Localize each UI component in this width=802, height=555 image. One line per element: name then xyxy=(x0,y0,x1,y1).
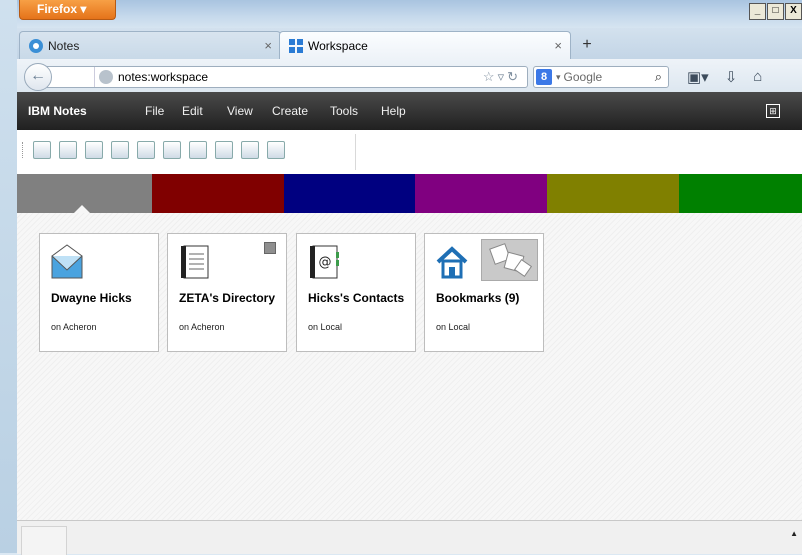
database-tile[interactable]: ZETA's Directory on Acheron xyxy=(167,233,287,352)
properties-icon[interactable] xyxy=(189,141,207,159)
close-window-button[interactable]: X xyxy=(785,3,802,20)
tile-title: Dwayne Hicks xyxy=(51,291,132,305)
maximize-button[interactable]: □ xyxy=(767,3,784,20)
close-tab-icon[interactable]: × xyxy=(264,38,272,53)
tile-server: on Local xyxy=(436,322,471,332)
globe-icon xyxy=(99,70,113,84)
help-icon[interactable] xyxy=(267,141,285,159)
mail-icon xyxy=(50,244,84,280)
workspace-tab-maroon[interactable] xyxy=(152,174,284,213)
navigation-bar: notes:workspace ☆▿↻ ← 8 ▾ Google ⌕ ▣▾ ⇩ … xyxy=(17,59,802,93)
back-arrow-icon: ← xyxy=(30,67,46,84)
toolbar-icons xyxy=(33,141,293,159)
workspace-color-tabs xyxy=(17,174,802,214)
menu-create[interactable]: Create xyxy=(272,92,308,130)
firefox-menu-button[interactable]: Firefox ▾ xyxy=(19,0,116,20)
bookmarks-thumbnail xyxy=(481,239,538,281)
browser-window: Firefox ▾ _ □ X Notes × Workspace × + no… xyxy=(17,0,802,555)
tile-server: on Acheron xyxy=(179,322,225,332)
database-tile[interactable]: Dwayne Hicks on Acheron xyxy=(39,233,159,352)
new-database-icon[interactable] xyxy=(59,141,77,159)
toolbar-grip[interactable] xyxy=(22,142,25,158)
nav-toolbar-icons: ▣▾ ⇩ ⌂ xyxy=(687,68,762,86)
workspace-tab-gray[interactable] xyxy=(17,174,152,214)
search-bar[interactable]: 8 ▾ Google ⌕ xyxy=(533,66,669,88)
home-icon[interactable]: ⌂ xyxy=(753,68,762,86)
tile-title: Bookmarks (9) xyxy=(436,291,520,305)
workspace-icon xyxy=(288,38,304,54)
workspace-tab-olive[interactable] xyxy=(547,174,679,213)
brand-label: IBM Notes xyxy=(28,104,87,118)
directory-icon xyxy=(178,244,212,280)
notes-icon xyxy=(28,38,44,54)
menu-file[interactable]: File xyxy=(145,92,164,130)
workspace-tab-purple[interactable] xyxy=(415,174,547,213)
close-tab-icon[interactable]: × xyxy=(554,38,562,53)
workspace-area: Dwayne Hicks on Acheron ZETA's Directory… xyxy=(17,213,802,520)
notes-menubar: IBM Notes File Edit View Create Tools He… xyxy=(17,92,802,130)
action-toolbar xyxy=(17,130,802,175)
edit-icon[interactable] xyxy=(163,141,181,159)
tab-label: Workspace xyxy=(308,38,368,53)
back-button[interactable]: ← xyxy=(24,63,52,91)
title-bar: Firefox ▾ _ □ X xyxy=(17,0,802,28)
open-list-icon[interactable]: ⊞ xyxy=(766,104,780,118)
svg-text:@: @ xyxy=(319,255,332,270)
desktop-background xyxy=(0,0,17,553)
menu-edit[interactable]: Edit xyxy=(182,92,203,130)
tile-server: on Acheron xyxy=(51,322,97,332)
url-bar[interactable]: notes:workspace ☆▿↻ xyxy=(47,66,528,88)
new-tab-button[interactable]: + xyxy=(576,35,598,57)
contacts-icon: @ xyxy=(307,244,341,280)
tab-workspace[interactable]: Workspace × xyxy=(279,31,571,59)
menu-view[interactable]: View xyxy=(227,92,253,130)
settings-badge-icon[interactable] xyxy=(264,242,276,254)
google-icon[interactable]: 8 xyxy=(536,69,552,85)
open-database-icon[interactable] xyxy=(33,141,51,159)
minimize-button[interactable]: _ xyxy=(749,3,766,20)
menu-tools[interactable]: Tools xyxy=(330,92,358,130)
tile-title: ZETA's Directory xyxy=(179,291,275,305)
refresh-icon[interactable] xyxy=(111,141,129,159)
firefox-menu-label: Firefox xyxy=(37,2,78,16)
tile-server: on Local xyxy=(308,322,343,332)
database-tile[interactable]: @ Hicks's Contacts on Local xyxy=(296,233,416,352)
bookmark-star-icon[interactable]: ☆▿↻ xyxy=(483,69,521,85)
home-icon xyxy=(435,244,469,280)
identity-box[interactable] xyxy=(60,67,95,87)
replicate-icon[interactable] xyxy=(85,141,103,159)
bookmarks-menu-icon[interactable]: ▣▾ xyxy=(687,68,709,86)
copy-icon[interactable] xyxy=(215,141,233,159)
chevron-up-icon[interactable]: ▲ xyxy=(790,529,798,538)
search-engine-label: Google xyxy=(563,70,603,84)
home-page-icon[interactable] xyxy=(137,141,155,159)
menu-help[interactable]: Help xyxy=(381,92,406,130)
chevron-down-icon: ▾ xyxy=(80,2,87,16)
tab-label: Notes xyxy=(48,38,80,53)
stack-icon[interactable] xyxy=(241,141,259,159)
tab-strip: Notes × Workspace × + xyxy=(17,28,802,60)
database-tile[interactable]: Bookmarks (9) on Local xyxy=(424,233,544,352)
status-bar: ▲ xyxy=(17,520,802,555)
workspace-tab-green[interactable] xyxy=(679,174,802,213)
toolbar-separator xyxy=(355,134,356,170)
status-cell[interactable] xyxy=(21,526,67,555)
window-controls: _ □ X xyxy=(748,3,802,20)
chevron-down-icon: ▾ xyxy=(556,71,561,82)
url-text[interactable]: notes:workspace xyxy=(118,70,208,84)
workspace-tab-navy[interactable] xyxy=(284,174,415,213)
tile-title: Hicks's Contacts xyxy=(308,291,405,305)
tab-notes[interactable]: Notes × xyxy=(19,31,281,59)
download-icon[interactable]: ⇩ xyxy=(725,68,738,86)
search-icon[interactable]: ⌕ xyxy=(655,69,662,85)
